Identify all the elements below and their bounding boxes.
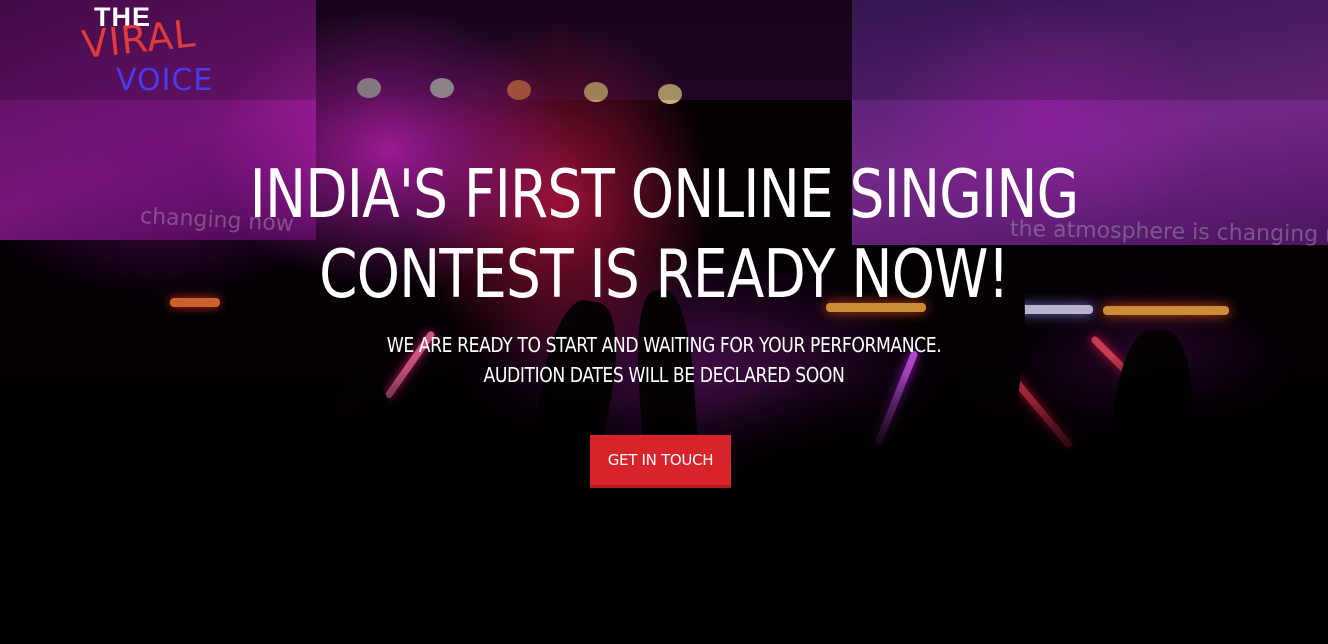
spotlight (584, 82, 608, 102)
logo-text-voice: VOICE (116, 63, 214, 98)
hero-section: changing now the atmosphere is changing … (0, 0, 1328, 644)
crowd-hand (327, 366, 413, 554)
spotlight (357, 78, 381, 98)
get-in-touch-button[interactable]: GET IN TOUCH (590, 435, 731, 488)
spotlight (507, 80, 531, 100)
hero-headline-line-2: CONTEST IS READY NOW! (319, 235, 1010, 313)
site-logo[interactable]: THE VIRAL VOICE (79, 4, 232, 100)
stage-screen-top (316, 0, 852, 100)
hero-subheadline: WE ARE READY TO START AND WAITING FOR YO… (93, 330, 1235, 390)
hero-subheadline-line-1: WE ARE READY TO START AND WAITING FOR YO… (386, 333, 942, 357)
logo-text-viral: VIRAL (79, 11, 198, 67)
crowd-hand (105, 411, 245, 629)
hero-headline-line-1: INDIA'S FIRST ONLINE SINGING (249, 155, 1080, 233)
spotlight (658, 84, 682, 104)
spotlight (430, 78, 454, 98)
hero-headline: INDIA'S FIRST ONLINE SINGING CONTEST IS … (120, 154, 1209, 314)
hero-subheadline-line-2: AUDITION DATES WILL BE DECLARED SOON (483, 363, 845, 387)
